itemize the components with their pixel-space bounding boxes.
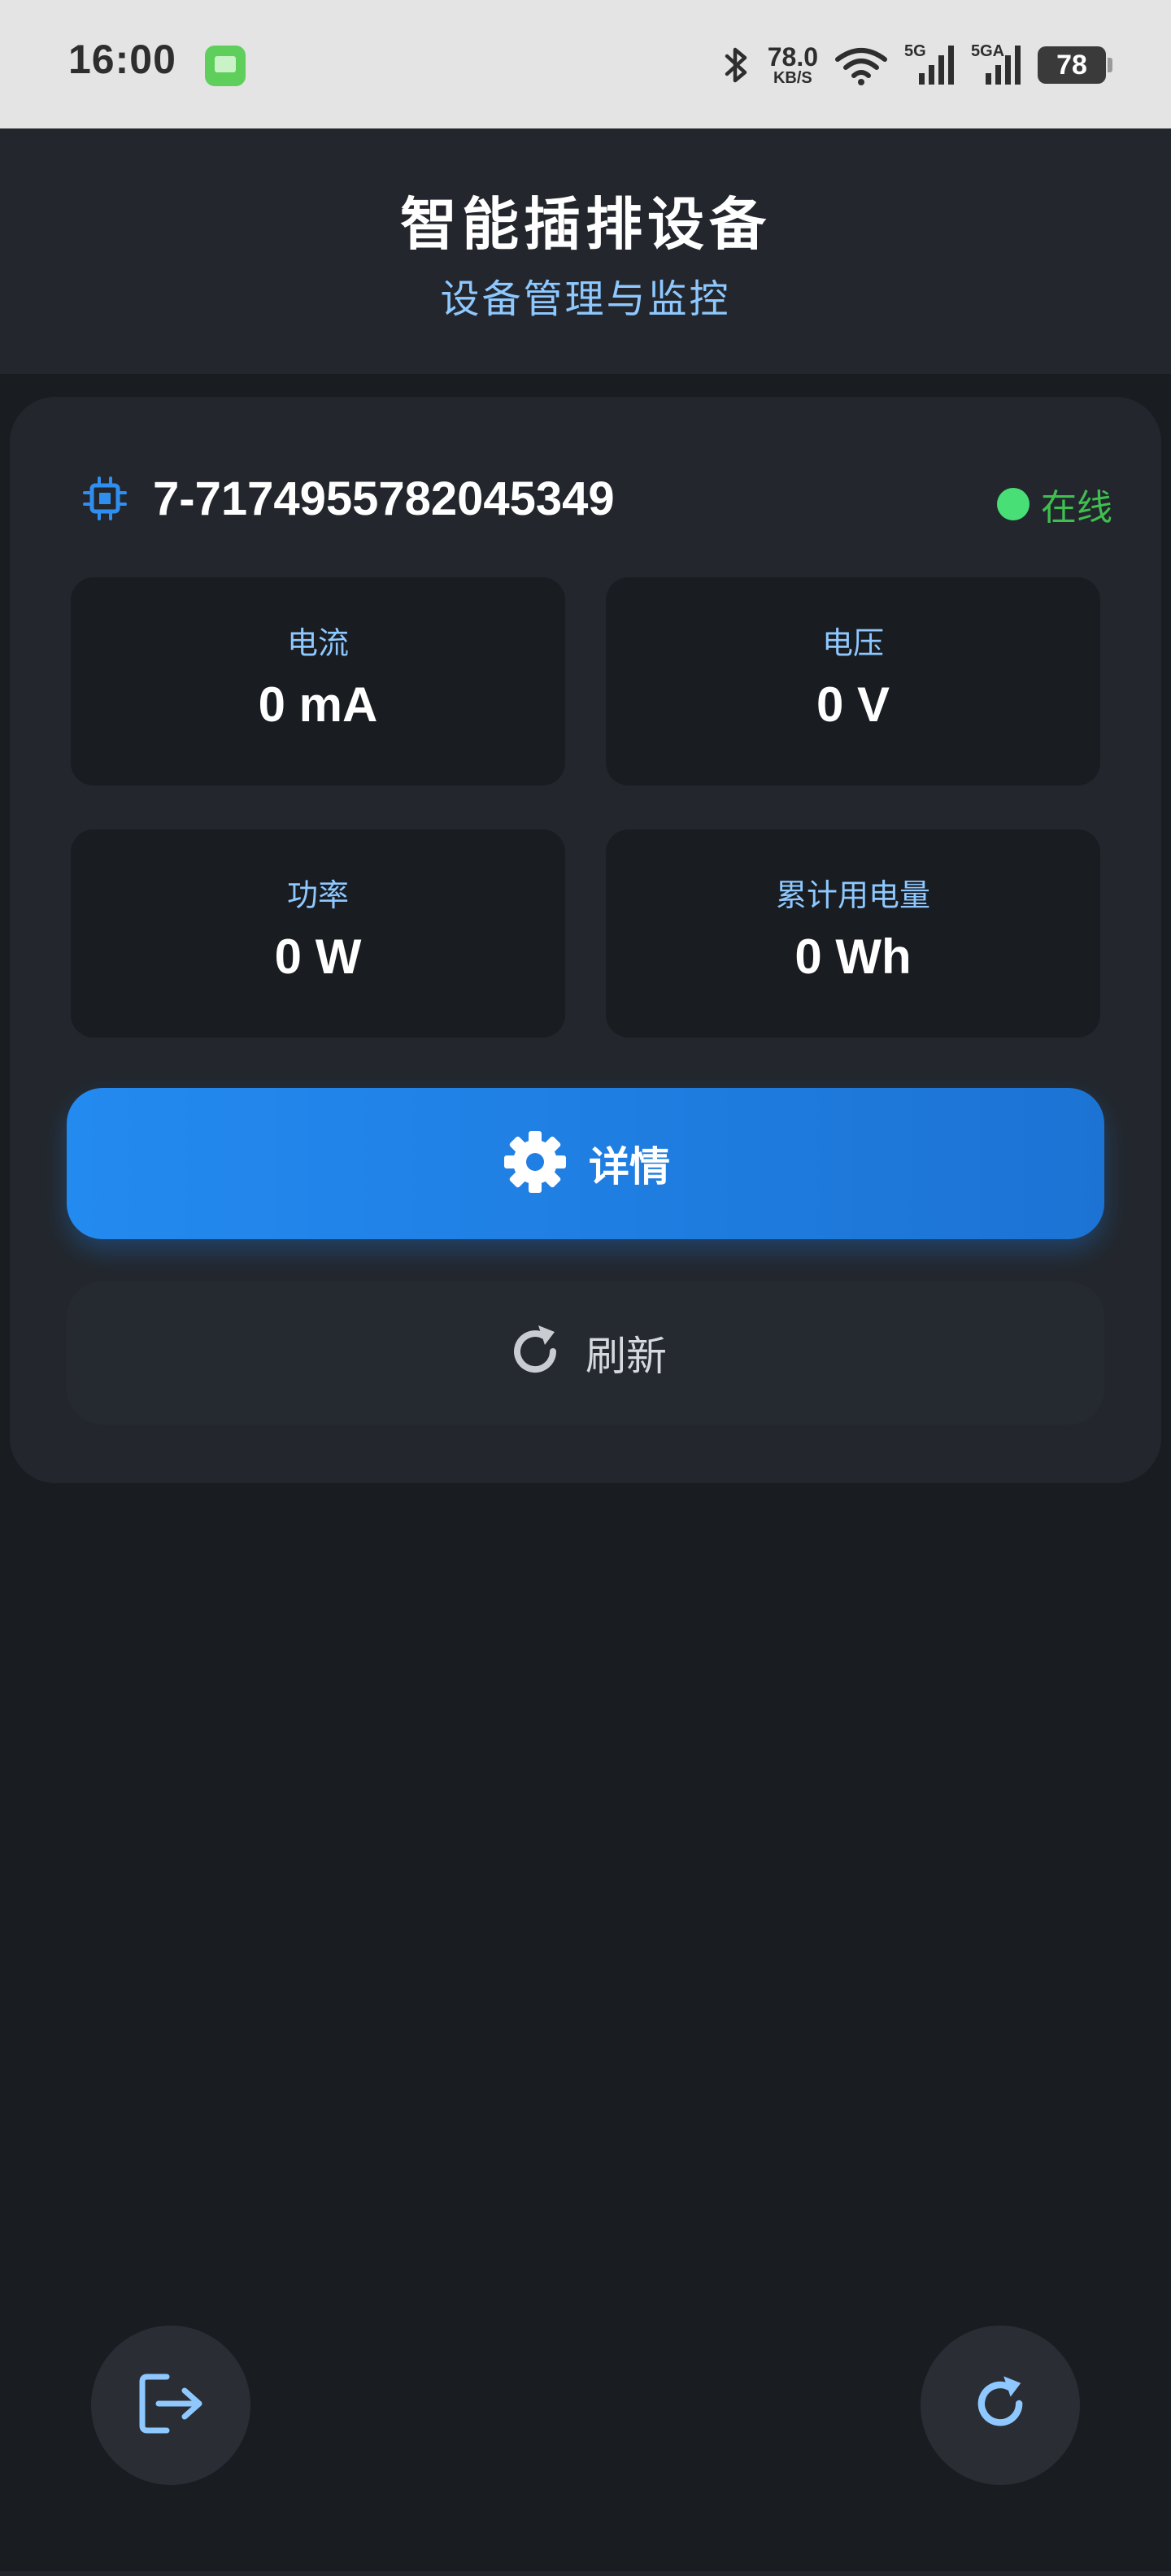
- chip-icon: [83, 476, 127, 520]
- battery-level: 78: [1056, 49, 1087, 80]
- metric-label: 电流: [286, 625, 349, 661]
- details-button[interactable]: 详情: [67, 1088, 1104, 1239]
- signal-icon-sim1: 5G: [904, 42, 955, 86]
- status-indicators: 78.0 KB/S 5G 5GA 78: [722, 39, 1112, 91]
- metric-voltage: 电压 0 V: [606, 577, 1100, 785]
- metric-energy: 累计用电量 0 Wh: [606, 829, 1100, 1038]
- battery-icon: 78: [1038, 46, 1112, 84]
- page-title: 智能插排设备: [400, 191, 771, 258]
- refresh-button-label: 刷新: [586, 1333, 667, 1380]
- gear-icon: [501, 1128, 569, 1199]
- device-header: 7-7174955782045349 在线: [72, 462, 1112, 535]
- details-button-label: 详情: [589, 1143, 670, 1190]
- metric-current: 电流 0 mA: [71, 577, 565, 785]
- signal-icon-sim2: 5GA: [971, 42, 1021, 86]
- network-speed-value: 78.0: [767, 42, 818, 72]
- metric-label: 累计用电量: [775, 877, 930, 913]
- metric-value: 0 mA: [258, 677, 378, 732]
- metric-power: 功率 0 W: [71, 829, 565, 1038]
- navigation-bar: [0, 2571, 1171, 2576]
- status-time: 16:00: [68, 37, 176, 82]
- refresh-fab[interactable]: [921, 2326, 1080, 2485]
- metric-label: 功率: [286, 877, 349, 913]
- metric-value: 0 V: [816, 677, 890, 732]
- message-app-icon: [205, 46, 246, 86]
- status-label: 在线: [1041, 487, 1112, 529]
- refresh-icon: [968, 2371, 1033, 2439]
- status-badge: 在线: [997, 478, 1112, 530]
- status-dot: [997, 488, 1030, 520]
- logout-icon: [136, 2369, 206, 2442]
- status-bar: 16:00 78.0 KB/S 5G 5GA 78: [0, 0, 1171, 128]
- bluetooth-icon: [722, 45, 751, 85]
- refresh-button[interactable]: 刷新: [67, 1281, 1104, 1425]
- device-id: 7-7174955782045349: [153, 472, 615, 525]
- device-card: 7-7174955782045349 在线 电流 0 mA 电压 0 V 功率 …: [10, 397, 1161, 1483]
- network-speed: 78.0 KB/S: [768, 44, 818, 86]
- wifi-icon: [834, 45, 888, 85]
- metric-value: 0 Wh: [794, 929, 912, 984]
- metric-label: 电压: [821, 625, 884, 661]
- network-speed-unit: KB/S: [773, 69, 812, 87]
- metric-value: 0 W: [274, 929, 362, 984]
- logout-button[interactable]: [91, 2326, 250, 2485]
- refresh-icon: [504, 1321, 566, 1386]
- page-subtitle: 设备管理与监控: [440, 276, 731, 322]
- app-header: 智能插排设备 设备管理与监控: [0, 128, 1171, 374]
